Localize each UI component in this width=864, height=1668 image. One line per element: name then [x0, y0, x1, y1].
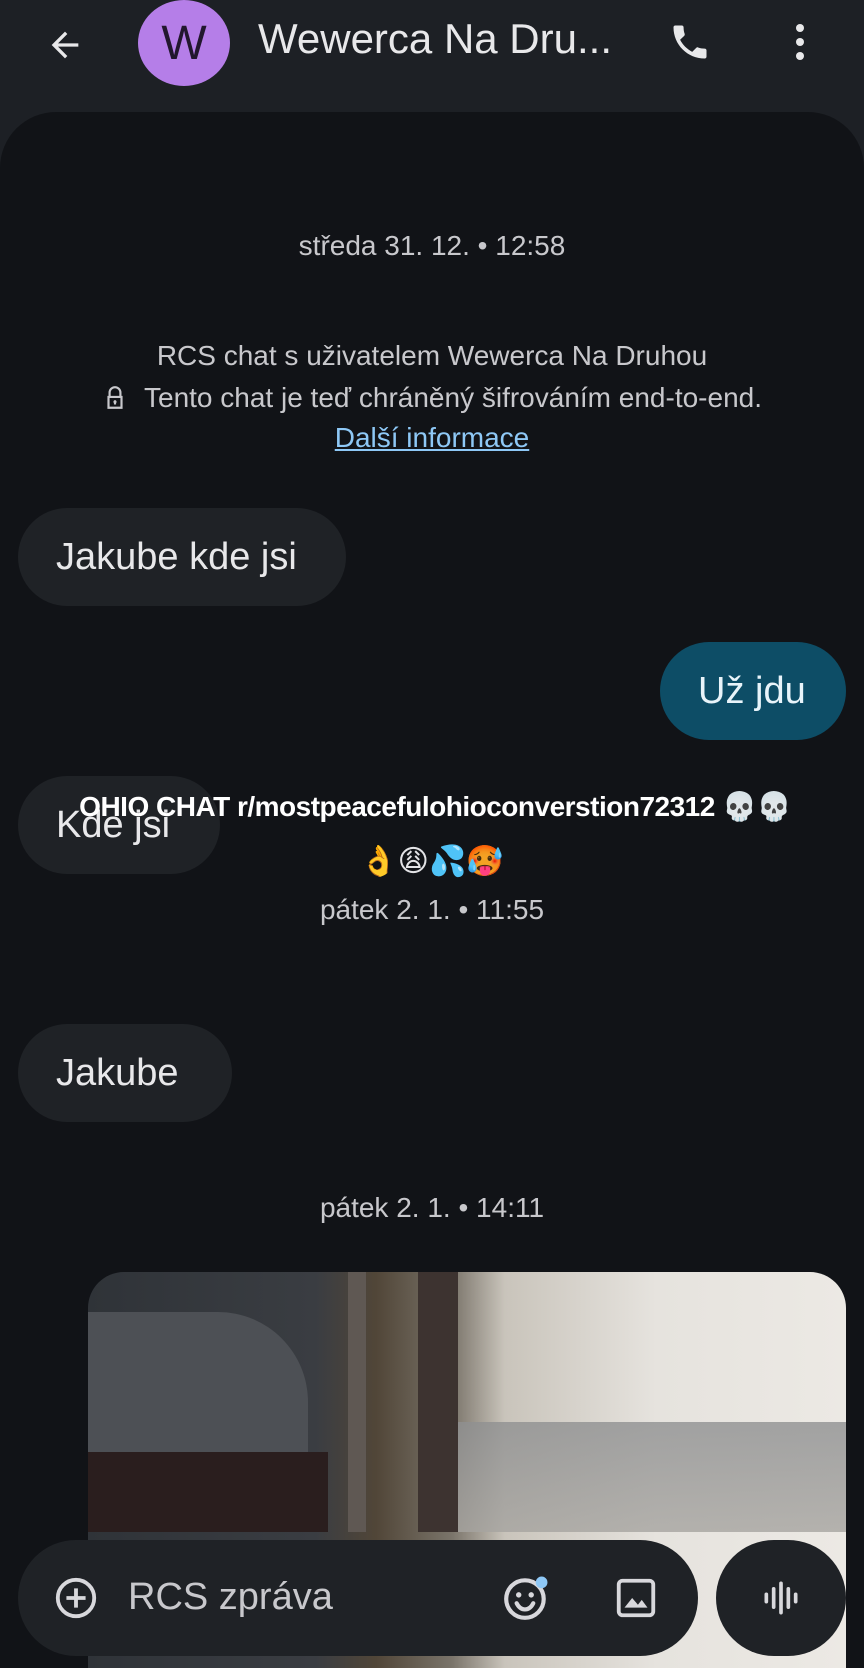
- timestamp: pátek 2. 1. • 14:11: [319, 1192, 545, 1223]
- message-input[interactable]: RCS zpráva: [128, 1576, 333, 1619]
- timestamp: pátek 2. 1. • 11:55: [319, 894, 545, 925]
- voice-waveform-icon[interactable]: [716, 1540, 846, 1656]
- encryption-text: Tento chat je teď chráněný šifrováním en…: [144, 382, 762, 413]
- more-info-link[interactable]: Další informace: [335, 422, 530, 453]
- photo-pole: [418, 1272, 458, 1532]
- photo-pole: [348, 1272, 366, 1532]
- message-list[interactable]: středa 31. 12. • 12:58 RCS chat s uživat…: [0, 112, 864, 1668]
- overlay-caption: OHIO CHAT r/mostpeacefulohioconverstion7…: [79, 791, 791, 822]
- overlay-emojis: 👌😩💦🥵: [360, 845, 504, 878]
- more-info-link-wrapper: Další informace: [0, 422, 864, 454]
- avatar-letter: W: [161, 16, 207, 70]
- add-circle-icon[interactable]: [48, 1570, 104, 1626]
- lock-icon: [107, 386, 123, 409]
- incoming-message[interactable]: Jakube kde jsi: [18, 508, 346, 606]
- contact-avatar[interactable]: W: [138, 0, 230, 86]
- arrow-back-icon[interactable]: [38, 18, 92, 72]
- incoming-message[interactable]: Jakube: [18, 1024, 232, 1122]
- more-vert-icon[interactable]: [780, 14, 820, 70]
- encryption-notice: Tento chat je teď chráněný šifrováním en…: [0, 382, 864, 414]
- emoji-icon[interactable]: [498, 1570, 554, 1626]
- photo-seat-fabric: [88, 1452, 328, 1532]
- gallery-icon[interactable]: [608, 1570, 664, 1626]
- phone-icon[interactable]: [662, 14, 718, 70]
- outgoing-message[interactable]: Už jdu: [660, 642, 846, 740]
- message-composer[interactable]: RCS zpráva: [18, 1540, 698, 1656]
- photo-landscape: [458, 1422, 846, 1532]
- timestamp: středa 31. 12. • 12:58: [298, 230, 566, 261]
- rcs-info-text: RCS chat s uživatelem Wewerca Na Druhou: [156, 340, 708, 371]
- conversation-title[interactable]: Wewerca Na Dru...: [258, 15, 628, 63]
- top-app-bar: W Wewerca Na Dru...: [0, 0, 864, 110]
